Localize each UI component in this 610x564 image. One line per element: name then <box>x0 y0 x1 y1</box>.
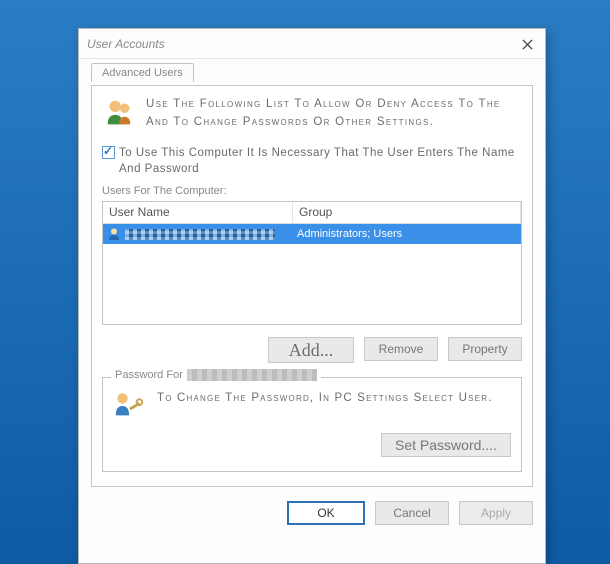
password-text: To Change The Password, In PC Settings S… <box>157 390 493 407</box>
intro-row: Use The Following List To Allow Or Deny … <box>102 96 522 133</box>
intro-text: Use The Following List To Allow Or Deny … <box>146 96 522 132</box>
dialog-buttons: OK Cancel Apply <box>91 501 533 525</box>
password-legend: Password For <box>111 369 321 381</box>
password-row: To Change The Password, In PC Settings S… <box>113 390 511 423</box>
userlist-header: User Name Group <box>103 202 521 224</box>
user-icon <box>107 227 121 241</box>
require-login-label: To Use This Computer It Is Necessary Tha… <box>119 145 522 177</box>
password-legend-prefix: Password For <box>115 369 183 381</box>
cell-group: Administrators; Users <box>293 228 521 240</box>
set-password-button[interactable]: Set Password.... <box>381 433 511 457</box>
client-area: Advanced Users Use The Following List To… <box>79 59 545 537</box>
password-username-redacted <box>187 369 317 381</box>
key-icon <box>113 390 147 423</box>
apply-button[interactable]: Apply <box>459 501 533 525</box>
titlebar[interactable]: User Accounts <box>79 29 545 59</box>
user-list[interactable]: User Name Group Administrators; Users <box>102 201 522 325</box>
cancel-button[interactable]: Cancel <box>375 501 449 525</box>
remove-button[interactable]: Remove <box>364 337 438 361</box>
close-icon <box>522 39 533 50</box>
user-accounts-dialog: User Accounts Advanced Users <box>78 28 546 564</box>
property-button[interactable]: Property <box>448 337 522 361</box>
users-icon <box>102 96 136 133</box>
require-login-row: To Use This Computer It Is Necessary Tha… <box>102 145 522 177</box>
col-username[interactable]: User Name <box>103 202 293 223</box>
userlist-caption: Users For The Computer: <box>102 185 522 197</box>
tab-bar: Advanced Users <box>91 63 533 85</box>
window-title: User Accounts <box>87 37 165 51</box>
add-button[interactable]: Add... <box>268 337 354 363</box>
userlist-row[interactable]: Administrators; Users <box>103 224 521 244</box>
tab-advanced-users[interactable]: Advanced Users <box>91 63 194 82</box>
tab-panel: Use The Following List To Allow Or Deny … <box>91 85 533 487</box>
ok-button[interactable]: OK <box>287 501 365 525</box>
password-fieldset: Password For To Change The Password, In … <box>102 377 522 472</box>
close-button[interactable] <box>515 33 539 55</box>
password-buttons: Set Password.... <box>113 433 511 457</box>
require-login-checkbox[interactable] <box>102 146 115 159</box>
username-redacted <box>125 229 275 240</box>
cell-username <box>103 227 293 241</box>
col-group[interactable]: Group <box>293 202 521 223</box>
list-buttons: Add... Remove Property <box>102 337 522 363</box>
